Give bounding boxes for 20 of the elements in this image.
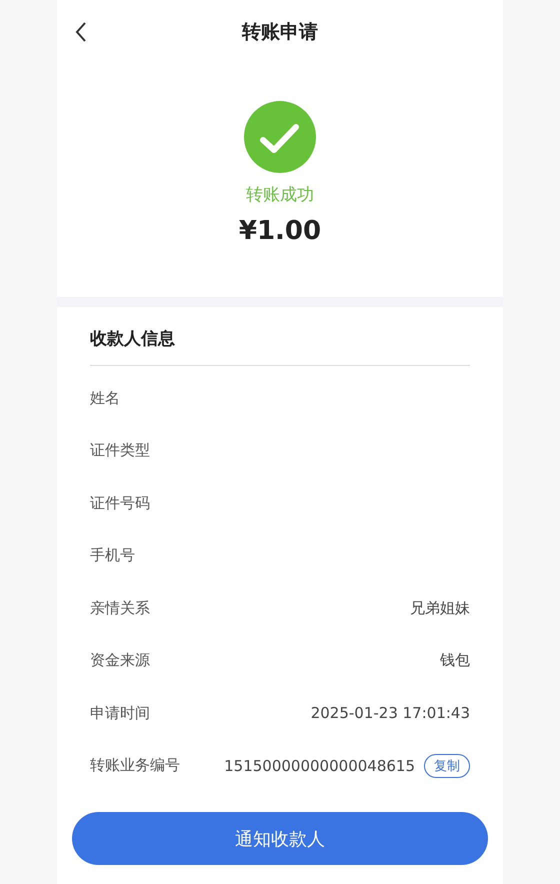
field-value: 15150000000000048615 — [224, 756, 415, 775]
field-label: 资金来源 — [90, 651, 150, 670]
field-label: 手机号 — [90, 546, 135, 566]
back-icon[interactable] — [75, 22, 87, 42]
copy-button[interactable]: 复制 — [424, 754, 470, 778]
field-value: 钱包 — [440, 651, 470, 670]
success-check-icon — [244, 101, 316, 173]
amount-text: ¥1.00 — [238, 216, 322, 246]
field-value: 2025-01-23 17:01:43 — [310, 704, 470, 722]
field-label: 亲情关系 — [90, 598, 150, 618]
section-title: 收款人信息 — [90, 328, 176, 351]
field-label: 证件号码 — [90, 494, 150, 513]
field-label: 姓名 — [90, 388, 120, 408]
field-label: 证件类型 — [90, 441, 150, 460]
page-title: 转账申请 — [242, 20, 318, 45]
field-label: 转账业务编号 — [90, 756, 180, 776]
notify-payee-button[interactable]: 通知收款人 — [72, 812, 488, 865]
status-text: 转账成功 — [246, 184, 314, 206]
field-label: 申请时间 — [90, 704, 150, 723]
field-value: 兄弟姐妹 — [410, 598, 470, 618]
